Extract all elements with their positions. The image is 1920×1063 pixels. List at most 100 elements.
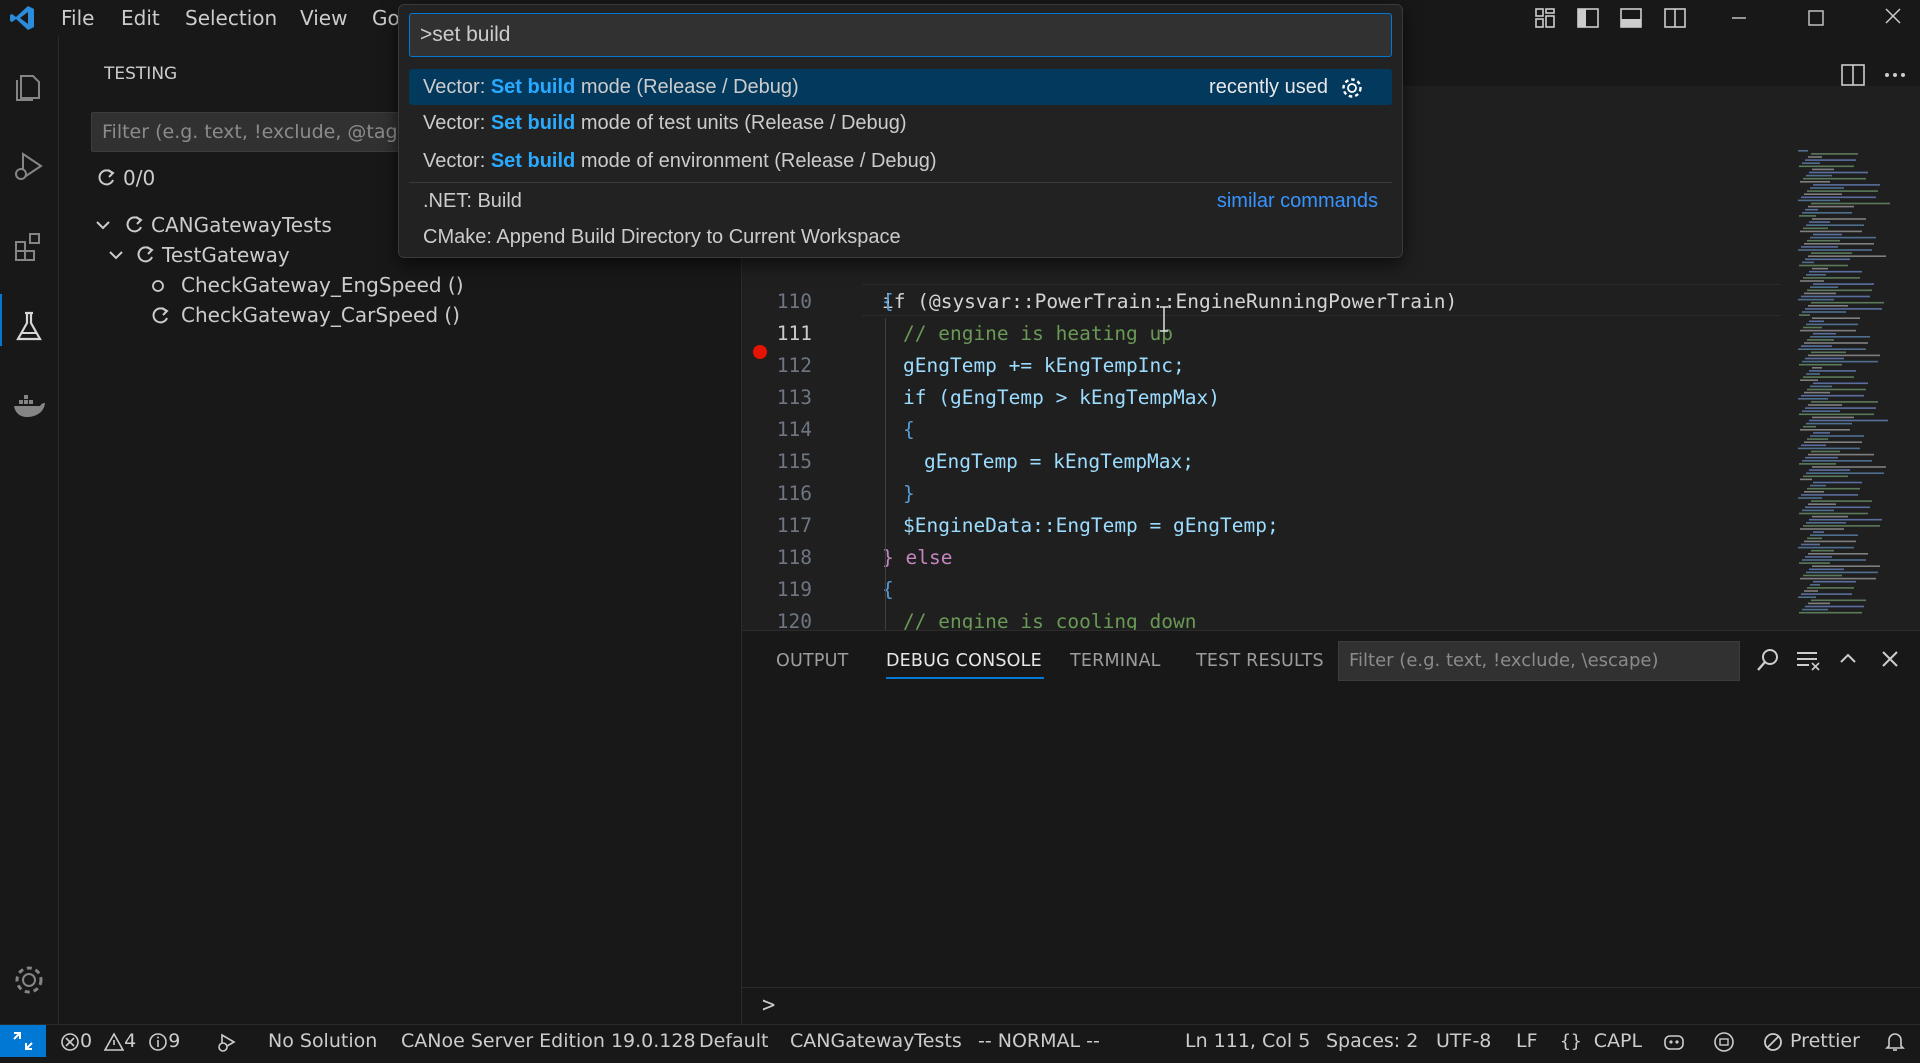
tab-terminal[interactable]: TERMINAL [1070, 651, 1161, 671]
minimap-line [1810, 534, 1858, 536]
test-status-unknown-icon [149, 304, 171, 326]
feedback-icon[interactable] [1712, 1031, 1736, 1063]
run-debug-icon[interactable] [9, 146, 49, 186]
close-window-icon[interactable] [1881, 4, 1905, 28]
line-number[interactable]: 111 [742, 318, 812, 350]
similar-command-item[interactable]: .NET: Build similar commands [409, 183, 1392, 219]
minimize-icon[interactable] [1727, 6, 1751, 30]
more-actions-icon[interactable] [1882, 62, 1908, 88]
menu-go[interactable]: Go [372, 4, 400, 32]
console-prompt[interactable]: > [762, 993, 775, 1018]
line-number[interactable]: 112 [742, 350, 812, 382]
line-number[interactable]: 113 [742, 382, 812, 414]
minimap-line [1802, 261, 1814, 264]
problems-indicator[interactable]: 0 4 9 [60, 1025, 180, 1057]
minimap-line [1808, 503, 1836, 505]
console-filter-input[interactable]: Filter (e.g. text, !exclude, \escape) [1338, 641, 1740, 681]
command-item[interactable]: Vector: Set build mode of test units (Re… [409, 105, 1392, 141]
active-tab-indicator [886, 677, 1044, 679]
bottom-panel: OUTPUT DEBUG CONSOLE TERMINAL TEST RESUL… [742, 630, 1920, 1025]
code-text: } else [882, 546, 953, 569]
info-icon [149, 1032, 168, 1051]
line-number[interactable]: 114 [742, 414, 812, 446]
minimap-line [1803, 425, 1816, 428]
minimap-line [1810, 484, 1826, 487]
menu-file[interactable]: File [61, 4, 94, 32]
maximize-panel-icon[interactable] [1836, 647, 1860, 671]
minimap-line [1798, 447, 1860, 450]
command-item[interactable]: Vector: Set build mode of environment (R… [409, 143, 1392, 179]
error-icon [61, 1032, 79, 1051]
tab-debug-console[interactable]: DEBUG CONSOLE [886, 651, 1042, 671]
docker-icon[interactable] [9, 386, 49, 426]
command-palette-input[interactable] [409, 13, 1392, 57]
minimap-line [1809, 469, 1850, 471]
minimap-line [1804, 342, 1868, 344]
command-item[interactable]: Vector: Set build mode (Release / Debug)… [409, 69, 1392, 105]
test-filter-placeholder: Filter (e.g. text, !exclude, @tag) [102, 121, 405, 143]
minimap-line [1809, 270, 1862, 273]
minimap-line [1798, 497, 1822, 499]
minimap-line [1807, 190, 1878, 192]
encoding-status[interactable]: UTF-8 [1436, 1025, 1491, 1057]
debug-launch-icon[interactable] [216, 1031, 240, 1063]
remote-indicator[interactable] [0, 1025, 46, 1057]
line-number[interactable]: 116 [742, 478, 812, 510]
project-status[interactable]: CANGatewayTests [790, 1025, 962, 1057]
search-icon[interactable] [1755, 647, 1781, 673]
minimap-line [1811, 351, 1846, 354]
minimap[interactable] [1790, 146, 1918, 630]
configuration-status[interactable]: Default [699, 1025, 768, 1057]
test-status-unknown-icon [123, 213, 145, 235]
toggle-primary-sidebar-icon[interactable] [1576, 6, 1600, 30]
minimap-line [1813, 184, 1880, 186]
extensions-icon[interactable] [9, 226, 49, 266]
minimap-line [1810, 286, 1838, 288]
configure-keybinding-gear-icon[interactable] [1340, 76, 1364, 100]
testing-icon[interactable] [9, 306, 49, 346]
minimap-line [1798, 348, 1866, 350]
split-editor-icon[interactable] [1840, 62, 1866, 88]
copilot-icon[interactable] [1662, 1031, 1686, 1063]
toggle-panel-icon[interactable] [1619, 6, 1643, 30]
similar-command-item[interactable]: CMake: Append Build Directory to Current… [409, 219, 1392, 255]
customize-layout-icon[interactable] [1533, 6, 1557, 30]
tab-output[interactable]: OUTPUT [776, 651, 849, 671]
indentation-status[interactable]: Spaces: 2 [1326, 1025, 1418, 1057]
tab-test-results[interactable]: TEST RESULTS [1196, 651, 1324, 671]
canoe-server-status[interactable]: CANoe Server Edition 19.0.128 [401, 1025, 696, 1057]
menu-edit[interactable]: Edit [121, 4, 160, 32]
solution-status[interactable]: No Solution [268, 1025, 377, 1057]
tree-item-test[interactable]: CheckGateway_EngSpeed () [149, 271, 709, 301]
chevron-down-icon[interactable] [106, 245, 126, 265]
explorer-icon[interactable] [9, 66, 49, 106]
command-palette: Vector: Set build mode (Release / Debug)… [398, 4, 1403, 258]
notifications-bell-icon[interactable] [1884, 1030, 1906, 1062]
line-number[interactable]: 110 [742, 286, 812, 318]
cursor-position[interactable]: Ln 111, Col 5 [1185, 1025, 1310, 1057]
chevron-down-icon[interactable] [93, 215, 113, 235]
line-number[interactable]: 117 [742, 510, 812, 542]
menu-selection[interactable]: Selection [185, 4, 277, 32]
settings-gear-icon[interactable] [9, 960, 49, 1000]
prettier-status[interactable]: Prettier [1762, 1025, 1860, 1057]
line-number[interactable]: 119 [742, 574, 812, 606]
minimap-line [1808, 255, 1886, 257]
minimap-line [1806, 323, 1858, 326]
clear-console-icon[interactable] [1795, 647, 1821, 673]
eol-status[interactable]: LF [1516, 1025, 1538, 1057]
minimap-line [1802, 410, 1840, 412]
menu-view[interactable]: View [300, 4, 347, 32]
tree-item-test[interactable]: CheckGateway_CarSpeed () [149, 301, 709, 331]
language-mode[interactable]: {} CAPL [1560, 1025, 1642, 1057]
line-number[interactable]: 118 [742, 542, 812, 574]
maximize-icon[interactable] [1804, 6, 1828, 30]
close-panel-icon[interactable] [1878, 647, 1902, 671]
minimap-line [1807, 537, 1822, 540]
test-counter: 0/0 [123, 166, 156, 190]
code-text: { [903, 418, 915, 441]
minimap-line [1804, 292, 1836, 295]
text-cursor-icon [1158, 306, 1170, 332]
line-number[interactable]: 115 [742, 446, 812, 478]
toggle-secondary-sidebar-icon[interactable] [1663, 6, 1687, 30]
